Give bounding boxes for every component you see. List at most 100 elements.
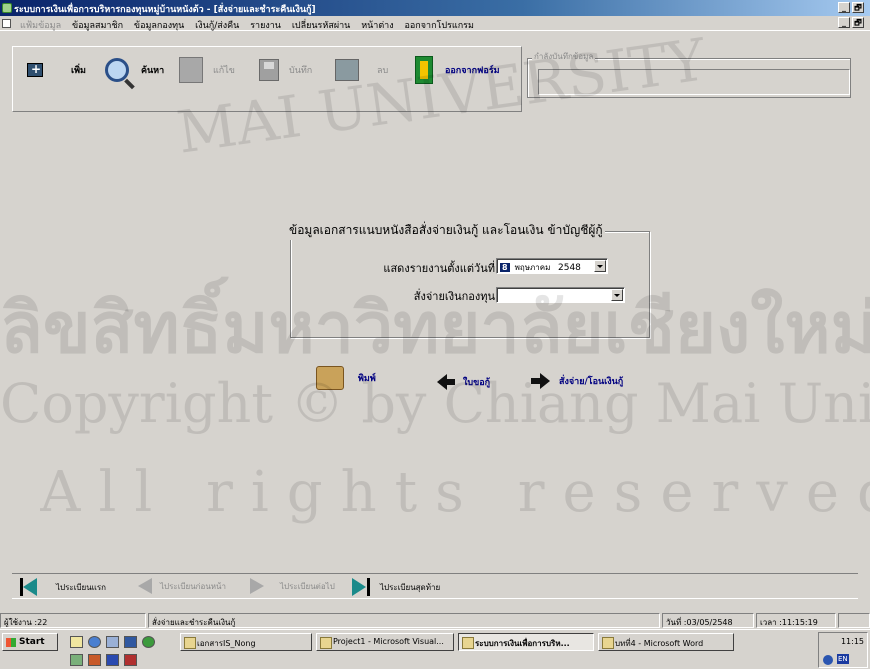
network-icon[interactable] xyxy=(70,654,83,666)
record-navigation: ไประเบียนแรก ไประเบียนก่อนหน้า ไประเบียน… xyxy=(12,573,858,599)
menu-item-exit-program[interactable]: ออกจากโปรแกรม xyxy=(405,21,474,31)
app-icon xyxy=(2,3,12,13)
menu-item-file[interactable]: แฟ้มข้อมูล xyxy=(20,21,61,31)
word-icon[interactable] xyxy=(106,654,119,666)
taskbar: Start เอกสารIS_Nong Project1 - Microsoft… xyxy=(0,629,870,669)
report-from-year: 2548 xyxy=(558,263,581,273)
shield-icon[interactable] xyxy=(823,655,833,665)
disk-icon xyxy=(259,59,279,81)
add-label: เพิ่ม xyxy=(71,66,86,76)
app-quicklaunch-icon[interactable] xyxy=(142,636,155,648)
last-record-label: ไประเบียนสุดท้าย xyxy=(380,582,441,592)
form-name-status: สั่งจ่ายและชำระคืนเงินกู้ xyxy=(148,613,660,628)
arrow-left-icon xyxy=(437,374,455,390)
next-record-icon xyxy=(250,578,266,594)
task-folder[interactable]: เอกสารIS_Nong xyxy=(180,633,312,651)
task-word-document[interactable]: บทที่4 - Microsoft Word xyxy=(598,633,734,651)
menu-item-loans[interactable]: เงินกู้/ส่งคืน xyxy=(195,21,239,31)
edit-label: แก้ไข xyxy=(213,66,235,76)
menu-item-fund[interactable]: ข้อมูลกองทุน xyxy=(134,21,184,31)
add-icon xyxy=(27,62,43,77)
delete-button[interactable]: ลบ xyxy=(335,55,388,85)
record-toolbar: เพิ่ม ค้นหา แก้ไข บันทึก ลบ ออกจากฟอร์ม xyxy=(12,46,522,112)
tray-clock[interactable]: 11:15 xyxy=(841,637,864,646)
first-record-icon xyxy=(20,578,38,596)
form-legend: ข้อมูลเอกสารแนบหนังสือสั่งจ่ายเงินกู้ แล… xyxy=(287,221,605,240)
window-titlebar[interactable]: ระบบการเงินเพื่อการบริหารกองทุนหมู่บ้านห… xyxy=(0,0,870,16)
start-button[interactable]: Start xyxy=(2,633,58,651)
report-from-date-picker[interactable]: 8 พฤษภาคม 2548 xyxy=(496,258,608,274)
tools-icon[interactable] xyxy=(88,654,101,666)
user-status: ผู้ใช้งาน :22 xyxy=(0,613,146,628)
loan-request-label: ใบขอกู้ xyxy=(463,378,491,388)
arrow-right-icon xyxy=(531,373,550,389)
first-record-label: ไประเบียนแรก xyxy=(56,582,106,592)
exit-form-button[interactable]: ออกจากฟอร์ม xyxy=(415,55,500,85)
exit-form-label: ออกจากฟอร์ม xyxy=(445,66,500,76)
pay-transfer-label: สั่งจ่าย/โอนเงินกู้ xyxy=(559,377,624,387)
menu-item-change-password[interactable]: เปลี่ยนรหัสผ่าน xyxy=(292,21,350,31)
chevron-down-icon[interactable] xyxy=(611,289,623,301)
report-from-month: พฤษภาคม xyxy=(514,263,551,272)
watermark-line-3: Copyright © by Chiang Mai University xyxy=(0,372,870,435)
status-group: กำลังบันทึกข้อมูล xyxy=(527,50,851,98)
status-group-legend: กำลังบันทึกข้อมูล xyxy=(532,50,596,63)
document-icon[interactable] xyxy=(2,19,11,28)
system-tray: 11:15 EN xyxy=(818,632,868,668)
menu-item-reports[interactable]: รายงาน xyxy=(250,21,281,31)
restore-button[interactable]: 🗗 xyxy=(852,2,864,13)
last-record-icon xyxy=(352,578,370,596)
explorer-icon[interactable] xyxy=(106,636,119,648)
minimize-button[interactable]: _ xyxy=(838,2,850,13)
fund-label: สั่งจ่ายเงินกองทุน xyxy=(413,290,495,303)
task-visual-basic[interactable]: Project1 - Microsoft Visual... xyxy=(316,633,454,651)
prev-record-label: ไประเบียนก่อนหน้า xyxy=(160,581,227,591)
delete-label: ลบ xyxy=(377,66,389,76)
report-from-label: แสดงรายงานตั้งแต่วันที่ xyxy=(383,262,495,275)
delete-icon xyxy=(335,59,359,81)
prev-record-icon xyxy=(138,578,154,594)
menu-item-members[interactable]: ข้อมูลสมาชิก xyxy=(72,21,123,31)
search-button[interactable]: ค้นหา xyxy=(105,55,164,85)
last-record-button[interactable]: ไประเบียนสุดท้าย xyxy=(352,578,440,596)
report-from-day: 8 xyxy=(500,263,510,272)
empty-status xyxy=(838,613,870,628)
menu-item-window[interactable]: หน้าต่าง xyxy=(361,21,393,31)
loan-request-button[interactable]: ใบขอกู้ xyxy=(437,374,490,390)
edit-button[interactable]: แก้ไข xyxy=(179,55,235,85)
report-from-date-value: 8 พฤษภาคม 2548 xyxy=(500,261,581,274)
next-record-label: ไประเบียนต่อไป xyxy=(280,581,335,591)
save-label: บันทึก xyxy=(289,66,313,76)
app-status-bar: ผู้ใช้งาน :22 สั่งจ่ายและชำระคืนเงินกู้ … xyxy=(0,612,870,629)
menu-items: แฟ้มข้อมูล ข้อมูลสมาชิก ข้อมูลกองทุน เงิ… xyxy=(20,18,482,32)
add-button[interactable]: เพิ่ม xyxy=(27,55,86,85)
presentation-icon[interactable] xyxy=(124,654,137,666)
task-finance-app[interactable]: ระบบการเงินเพื่อการบริห... xyxy=(458,633,594,651)
search-icon xyxy=(105,58,129,82)
menu-bar: แฟ้มข้อมูล ข้อมูลสมาชิก ข้อมูลกองทุน เงิ… xyxy=(0,16,870,31)
time-status: เวลา :11:15:19 xyxy=(756,613,836,628)
print-button[interactable]: พิมพ์ xyxy=(316,366,376,390)
desktop-icon[interactable] xyxy=(70,636,83,648)
save-button[interactable]: บันทึก xyxy=(259,55,312,85)
date-status: วันที่ :03/05/2548 xyxy=(662,613,754,628)
mdi-minimize-button[interactable]: _ xyxy=(838,17,850,28)
language-indicator[interactable]: EN xyxy=(837,654,849,664)
mdi-restore-button[interactable]: 🗗 xyxy=(852,17,864,28)
first-record-button[interactable]: ไประเบียนแรก xyxy=(20,578,106,596)
report-form-group: ข้อมูลเอกสารแนบหนังสือสั่งจ่ายเงินกู้ แล… xyxy=(287,221,650,338)
status-display xyxy=(538,69,850,95)
fund-select[interactable] xyxy=(496,287,625,303)
exit-door-icon xyxy=(415,56,433,84)
next-record-button[interactable]: ไประเบียนต่อไป xyxy=(250,578,335,594)
browser-icon[interactable] xyxy=(88,636,101,648)
pay-transfer-button[interactable]: สั่งจ่าย/โอนเงินกู้ xyxy=(531,373,624,389)
window-title: ระบบการเงินเพื่อการบริหารกองทุนหมู่บ้านห… xyxy=(14,5,316,15)
search-label: ค้นหา xyxy=(141,66,165,76)
save-disk-icon[interactable] xyxy=(124,636,137,648)
prev-record-button[interactable]: ไประเบียนก่อนหน้า xyxy=(138,578,226,594)
chevron-down-icon[interactable] xyxy=(594,260,606,272)
book-icon xyxy=(179,57,203,83)
printer-icon xyxy=(316,366,344,390)
print-label: พิมพ์ xyxy=(358,374,376,384)
